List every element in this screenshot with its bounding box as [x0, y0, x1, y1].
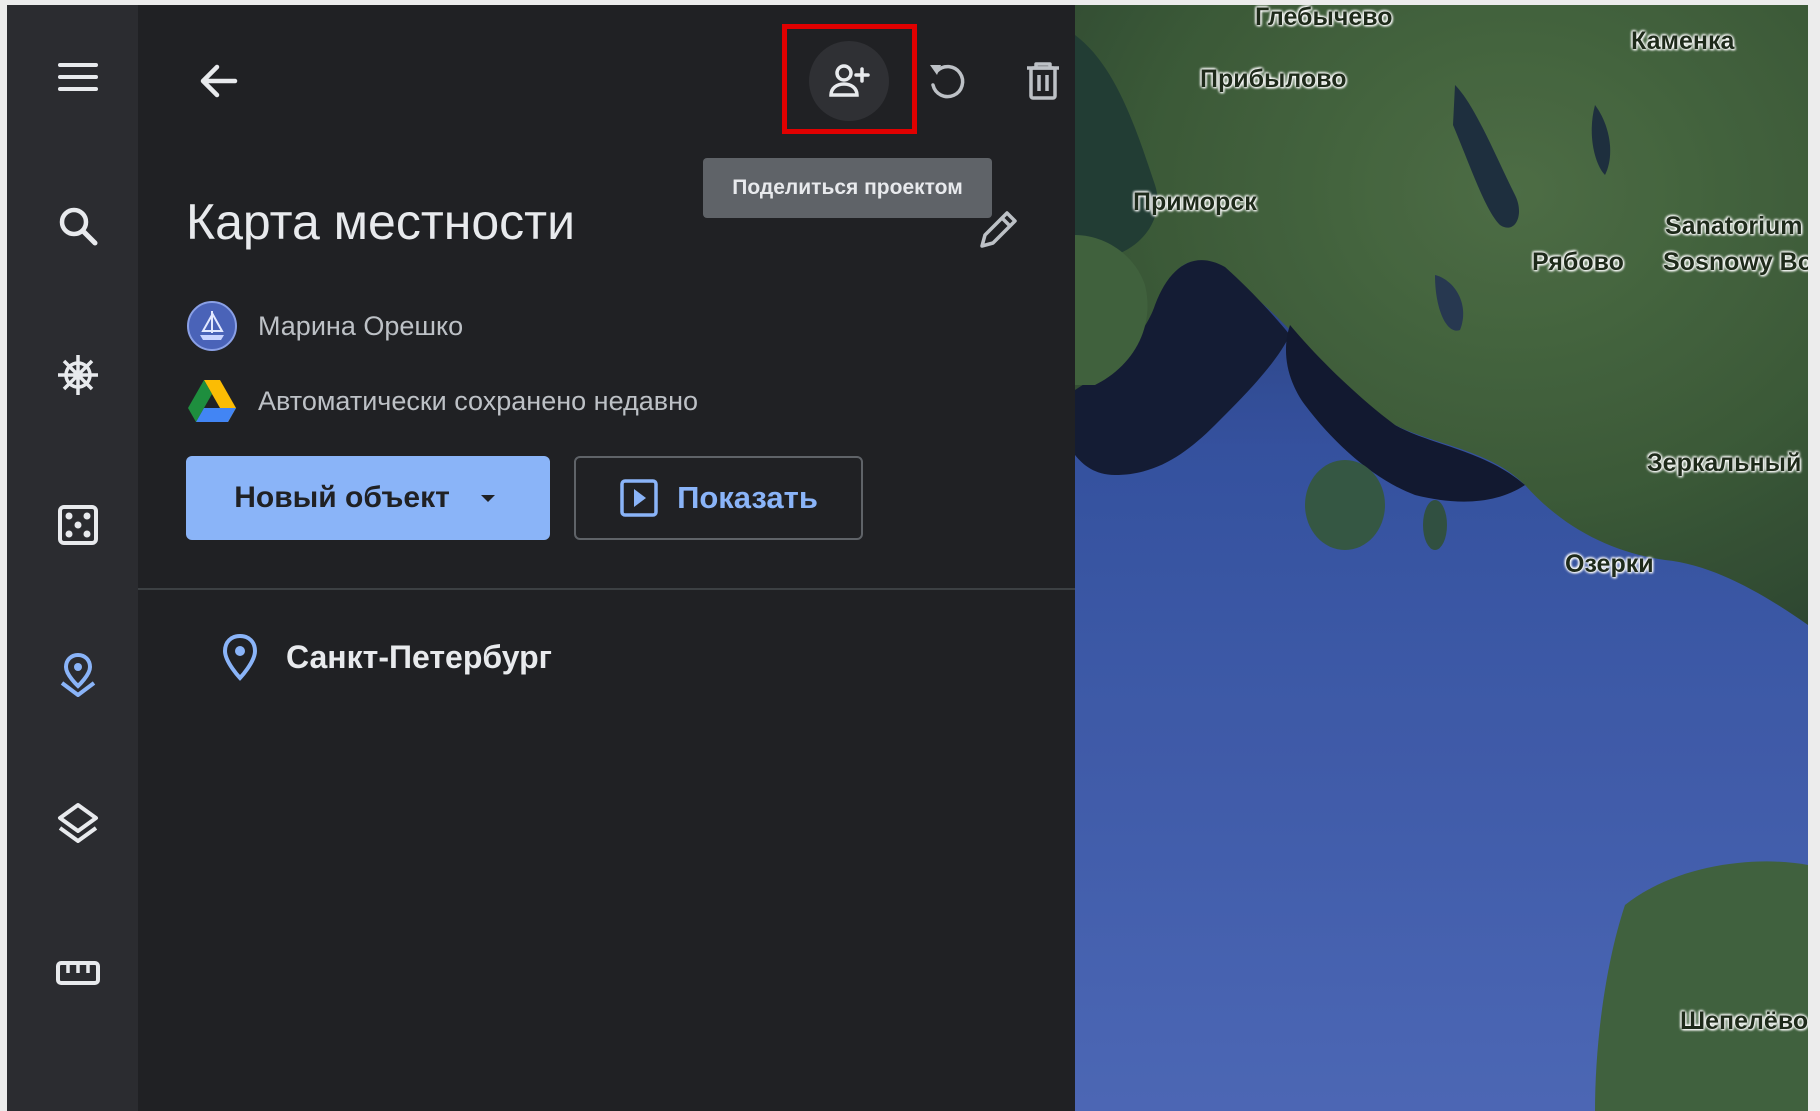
present-label: Показать	[677, 480, 818, 515]
undo-icon	[930, 64, 965, 99]
map-view[interactable]: Глебычево Каменка Прибылово Приморск San…	[1075, 5, 1808, 1111]
place-pin-icon	[222, 633, 258, 681]
save-status: Автоматически сохранено недавно	[258, 385, 699, 416]
arrow-back-icon	[200, 64, 238, 98]
app-window: Поделиться проектом Карта местности Мари…	[7, 5, 1808, 1111]
map-label: Прибылово	[1200, 65, 1347, 93]
project-title: Карта местности	[186, 194, 576, 250]
delete-button[interactable]	[1003, 41, 1083, 121]
search-icon	[59, 207, 98, 246]
map-label: Шепелёво	[1680, 1007, 1808, 1035]
map-style-button[interactable]	[29, 783, 127, 863]
share-tooltip: Поделиться проектом	[703, 158, 992, 218]
nav-rail	[7, 5, 138, 1111]
avatar-icon	[187, 301, 237, 351]
share-project-button[interactable]	[809, 41, 889, 121]
owner-row: Марина Орешко	[186, 300, 463, 352]
search-button[interactable]	[29, 186, 127, 266]
panel-divider	[138, 588, 1075, 590]
edit-title-button[interactable]	[966, 198, 1030, 262]
feeling-lucky-button[interactable]	[29, 485, 127, 565]
pencil-icon	[980, 211, 1017, 248]
voyager-button[interactable]	[29, 335, 127, 415]
google-drive-icon	[188, 380, 236, 422]
menu-button[interactable]	[29, 37, 127, 117]
owner-name: Марина Орешко	[258, 310, 464, 341]
map-label: Озерки	[1565, 550, 1654, 578]
list-item[interactable]: Санкт-Петербург	[218, 622, 552, 692]
ruler-icon	[56, 961, 100, 985]
map-label: Зеркальный	[1647, 449, 1802, 477]
back-button[interactable]	[179, 41, 259, 121]
map-label: Рябово	[1532, 248, 1624, 276]
voyager-icon	[58, 355, 98, 395]
save-status-row: Автоматически сохранено недавно	[186, 375, 698, 427]
avatar	[186, 300, 238, 352]
project-panel: Поделиться проектом Карта местности Мари…	[138, 5, 1140, 1111]
dice-icon	[58, 505, 98, 545]
projects-icon	[60, 652, 96, 697]
map-label: Каменка	[1631, 27, 1735, 55]
undo-button[interactable]	[907, 41, 987, 121]
new-object-button[interactable]: Новый объект	[186, 456, 550, 540]
new-object-label: Новый объект	[234, 481, 450, 514]
map-label: Приморск	[1133, 188, 1257, 216]
measure-button[interactable]	[29, 933, 127, 1013]
drive-logo	[186, 375, 238, 427]
person-add-icon	[829, 64, 870, 97]
menu-icon	[58, 63, 98, 91]
dropdown-arrow-icon	[480, 495, 495, 502]
list-item-label: Санкт-Петербург	[286, 638, 552, 675]
present-play-icon	[620, 479, 658, 517]
satellite-imagery	[1075, 5, 1808, 1111]
trash-icon	[1027, 62, 1059, 100]
map-label: Sanatorium	[1665, 212, 1803, 240]
present-button[interactable]: Показать	[574, 456, 863, 540]
map-label: Sosnowy Bo	[1663, 248, 1808, 276]
projects-button[interactable]	[29, 635, 127, 715]
layers-icon	[58, 803, 98, 843]
map-label: Глебычево	[1255, 5, 1393, 31]
